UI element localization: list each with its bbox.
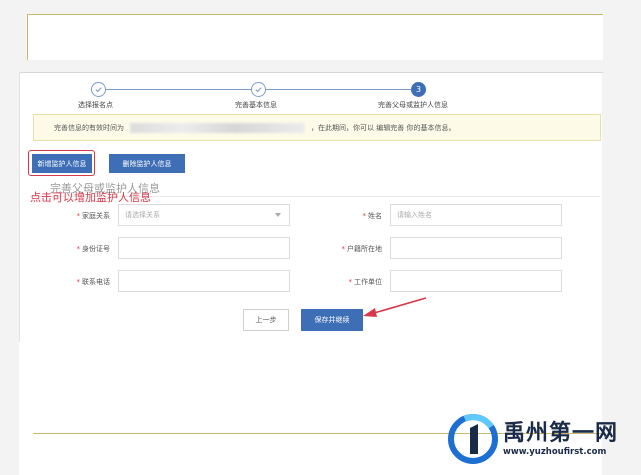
- chevron-down-icon: [275, 213, 281, 217]
- id-number-label: * 身份证号: [76, 245, 111, 253]
- name-label: * 姓名: [362, 212, 383, 220]
- top-frame: [27, 14, 603, 60]
- step-2-label: 完善基本信息: [235, 101, 277, 109]
- id-number-input[interactable]: [118, 237, 290, 259]
- notice-prefix: 完善信息的有效时间为: [54, 123, 124, 132]
- save-continue-button[interactable]: 保存并继续: [301, 309, 363, 331]
- notice-suffix: ，在此期间，你可以 编辑完善 你的基本信息。: [311, 123, 456, 132]
- arrow-annotation-icon: [363, 297, 427, 317]
- annotation-text: 点击可以增加监护人信息: [30, 191, 151, 204]
- step-1-label: 选择报名点: [78, 101, 113, 109]
- redacted-date: [130, 122, 305, 133]
- brand-logo: 禹州第一网 www.yuzhoufirst.com: [447, 410, 622, 468]
- phone-label: * 联系电话: [76, 278, 111, 286]
- work-unit-input[interactable]: [390, 270, 562, 292]
- step-3-number: 3: [411, 82, 426, 97]
- brand-name: 禹州第一网: [503, 420, 619, 446]
- household-input[interactable]: [390, 237, 562, 259]
- validity-notice: 完善信息的有效时间为 ，在此期间，你可以 编辑完善 你的基本信息。: [33, 114, 601, 141]
- logo-mark-icon: [448, 414, 498, 464]
- step-connector: [266, 89, 411, 90]
- phone-input[interactable]: [118, 270, 290, 292]
- step-1-check-icon: [91, 82, 106, 97]
- work-unit-label: * 工作单位: [348, 278, 383, 286]
- household-label: * 户籍所在地: [341, 245, 383, 253]
- step-3-label: 完善父母或监护人信息: [378, 101, 448, 109]
- relation-label: * 家庭关系: [76, 212, 111, 220]
- page: 3 选择报名点 完善基本信息 完善父母或监护人信息 完善信息的有效时间为 ，在此…: [0, 0, 641, 475]
- brand-url: www.yuzhoufirst.com: [503, 446, 607, 457]
- step-2-check-icon: [251, 82, 266, 97]
- delete-guardian-button[interactable]: 删除监护人信息: [109, 154, 185, 173]
- relation-select-value: 请选择关系: [125, 211, 160, 219]
- step-connector: [106, 89, 251, 90]
- add-guardian-button[interactable]: 新增监护人信息: [32, 154, 92, 173]
- name-input[interactable]: [390, 204, 562, 226]
- prev-step-button[interactable]: 上一步: [243, 309, 289, 331]
- relation-select[interactable]: 请选择关系: [118, 204, 290, 226]
